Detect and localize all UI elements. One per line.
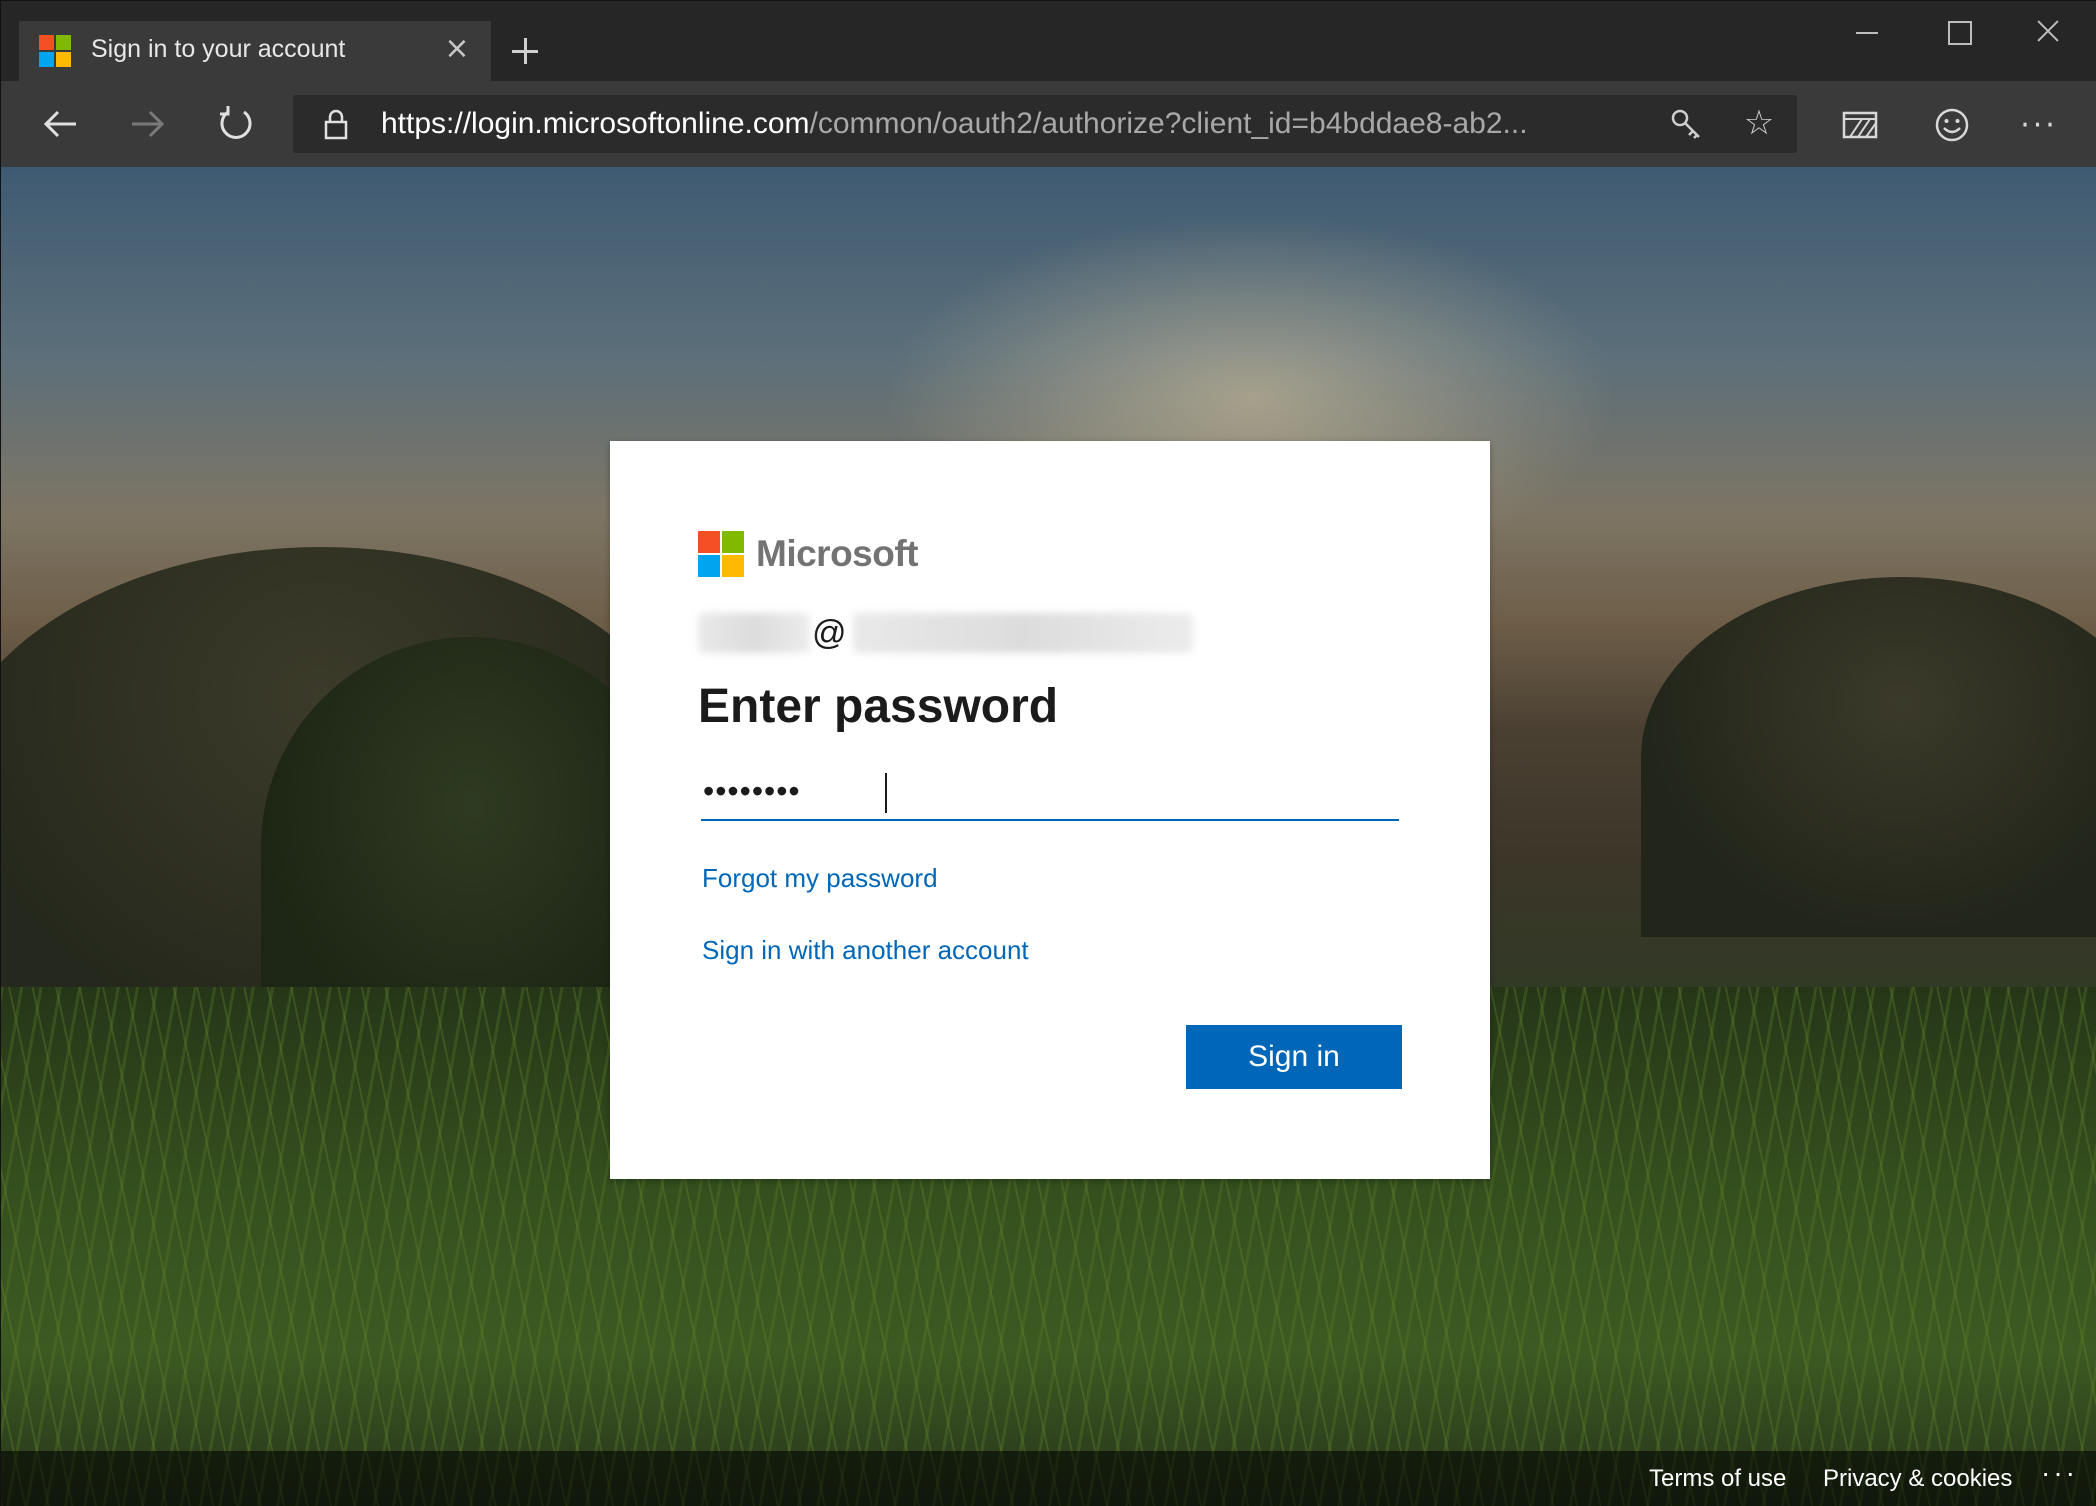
tab-strip: Sign in to your account × xyxy=(1,1,2096,81)
close-window-button[interactable] xyxy=(2027,15,2071,51)
feedback-smile-icon[interactable] xyxy=(1926,99,1978,151)
footer-more-icon[interactable]: ··· xyxy=(2041,1457,2078,1489)
other-account-link[interactable]: Sign in with another account xyxy=(702,935,1029,966)
more-icon[interactable]: ··· xyxy=(2013,99,2065,151)
reading-view-icon[interactable] xyxy=(1834,99,1886,151)
redacted-domain xyxy=(852,613,1193,653)
tab-close-icon[interactable]: × xyxy=(441,33,473,65)
identity-at-sign: @ xyxy=(812,613,847,652)
minimize-button[interactable] xyxy=(1846,15,1890,51)
browser-window: Sign in to your account × https://login.… xyxy=(0,0,2096,1506)
url-host: login.microsoftonline.com xyxy=(471,107,810,140)
microsoft-favicon-icon xyxy=(39,35,71,67)
page-footer: Terms of use Privacy & cookies ··· xyxy=(1,1451,2096,1506)
microsoft-logo-icon xyxy=(698,531,744,577)
microsoft-wordmark: Microsoft xyxy=(756,533,919,574)
password-input[interactable]: •••••••• xyxy=(701,761,1399,821)
new-tab-button[interactable] xyxy=(501,27,549,75)
page-background: Microsoft @ Enter password •••••••• Forg… xyxy=(1,167,2096,1506)
tab-title: Sign in to your account xyxy=(91,35,346,63)
terms-of-use-link[interactable]: Terms of use xyxy=(1649,1465,1786,1493)
microsoft-logo: Microsoft xyxy=(698,531,919,577)
redacted-username xyxy=(698,613,810,653)
password-mask: •••••••• xyxy=(703,773,801,809)
browser-toolbar: https://login.microsoftonline.com/common… xyxy=(1,81,2096,167)
refresh-icon[interactable] xyxy=(205,93,267,155)
forward-arrow-icon[interactable] xyxy=(117,93,179,155)
address-bar[interactable]: https://login.microsoftonline.com/common… xyxy=(293,95,1797,153)
back-arrow-icon[interactable] xyxy=(29,93,91,155)
text-caret xyxy=(885,773,887,813)
forgot-password-link[interactable]: Forgot my password xyxy=(702,863,938,894)
maximize-button[interactable] xyxy=(1937,15,1981,51)
star-icon[interactable]: ☆ xyxy=(1741,105,1777,141)
active-tab[interactable]: Sign in to your account × xyxy=(19,21,491,81)
url-scheme: https:// xyxy=(381,107,472,140)
key-icon[interactable] xyxy=(1669,107,1703,141)
page-title: Enter password xyxy=(698,680,1059,733)
sign-in-dialog: Microsoft @ Enter password •••••••• Forg… xyxy=(610,441,1490,1179)
lock-icon[interactable] xyxy=(319,107,353,141)
background-hill xyxy=(1641,577,2096,937)
sign-in-button[interactable]: Sign in xyxy=(1186,1025,1402,1089)
account-identity: @ xyxy=(698,607,1193,659)
privacy-cookies-link[interactable]: Privacy & cookies xyxy=(1823,1465,2012,1493)
url-path: /common/oauth2/authorize?client_id=b4bdd… xyxy=(809,107,1528,140)
url-text: https://login.microsoftonline.com/common… xyxy=(381,107,1528,141)
